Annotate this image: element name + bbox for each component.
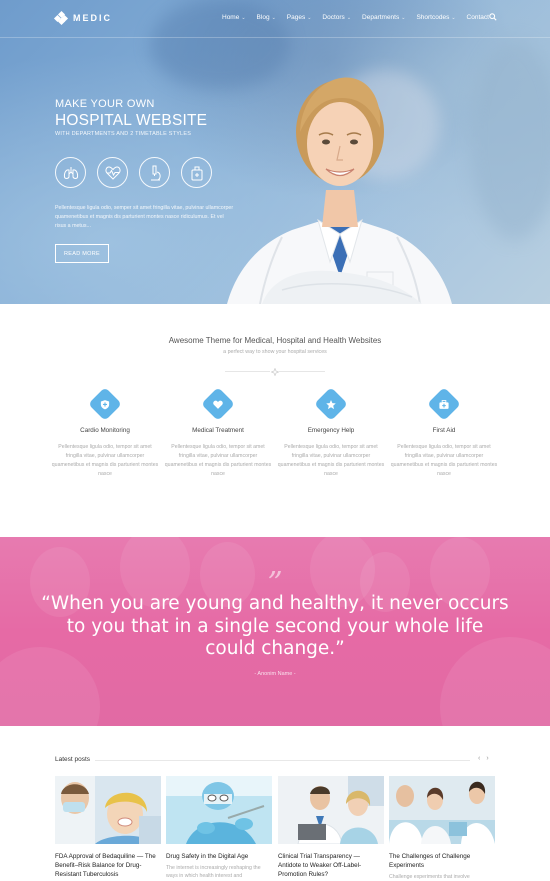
nav-doctors[interactable]: Doctors ⌄ bbox=[322, 14, 351, 21]
posts-divider bbox=[95, 760, 470, 761]
doctor-photo bbox=[227, 77, 452, 304]
post-title[interactable]: Drug Safety in the Digital Age bbox=[166, 852, 272, 861]
logo[interactable]: MEDIC bbox=[53, 10, 112, 26]
star-icon bbox=[314, 387, 348, 421]
service-treatment[interactable]: Medical Treatment Pellentesque ligula od… bbox=[163, 387, 273, 479]
post-title[interactable]: Clinical Trial Transparency — Antidote t… bbox=[278, 852, 384, 879]
services-subtitle: a perfect way to show your hospital serv… bbox=[223, 349, 327, 355]
hero-line-3: WITH DEPARTMENTS AND 2 TIMETABLE STYLES bbox=[55, 131, 192, 137]
service-title: Cardio Monitoring bbox=[80, 427, 130, 434]
shield-icon bbox=[88, 387, 122, 421]
hero-banner: MEDIC Home ⌄ Blog ⌄ Pages ⌄ Doctors ⌄ Depart… bbox=[0, 0, 550, 304]
chevron-down-icon: ⌄ bbox=[307, 14, 312, 21]
medicine-bag-icon[interactable] bbox=[181, 157, 212, 188]
nav-label: Departments bbox=[362, 14, 400, 21]
first-aid-icon bbox=[427, 387, 461, 421]
service-title: First Aid bbox=[432, 427, 456, 434]
service-description: Pellentesque ligula odio, tempor sit ame… bbox=[390, 444, 498, 477]
search-icon[interactable] bbox=[489, 13, 497, 21]
nav-label: Shortcodes bbox=[416, 14, 450, 21]
post-title[interactable]: FDA Approval of Bedaquiline — The Benefi… bbox=[55, 852, 161, 879]
latest-posts-heading: Latest posts bbox=[55, 756, 91, 763]
main-menu: Home ⌄ Blog ⌄ Pages ⌄ Doctors ⌄ Departments ⌄… bbox=[222, 14, 489, 21]
hero-line-2: HOSPITAL WEBSITE bbox=[55, 112, 208, 129]
chevron-right-icon[interactable]: › bbox=[486, 755, 488, 762]
chevron-down-icon: ⌄ bbox=[401, 14, 406, 21]
brand-name: MEDIC bbox=[73, 13, 112, 23]
post-card[interactable]: Drug Safety in the Digital Age The inter… bbox=[166, 776, 272, 880]
nav-shortcodes[interactable]: Shortcodes ⌄ bbox=[416, 14, 455, 21]
nav-label: Blog bbox=[256, 14, 270, 21]
post-card[interactable]: FDA Approval of Bedaquiline — The Benefi… bbox=[55, 776, 161, 881]
nav-departments[interactable]: Departments ⌄ bbox=[362, 14, 405, 21]
hero-icon-row bbox=[55, 157, 212, 188]
cross-logo-icon bbox=[53, 10, 69, 26]
chevron-down-icon: ⌄ bbox=[346, 14, 352, 21]
hero-paragraph: Pellentesque ligula odio, semper sit ame… bbox=[55, 205, 234, 229]
services-title: Awesome Theme for Medical, Hospital and … bbox=[168, 336, 382, 345]
nav-label: Pages bbox=[286, 14, 306, 21]
post-excerpt: Challenge experiments that involve bbox=[389, 874, 470, 880]
service-emergency[interactable]: Emergency Help Pellentesque ligula odio,… bbox=[276, 387, 386, 479]
post-image-dentist[interactable] bbox=[55, 776, 161, 844]
top-navigation: MEDIC Home ⌄ Blog ⌄ Pages ⌄ Doctors ⌄ Depart… bbox=[0, 0, 550, 38]
post-image-team[interactable] bbox=[389, 776, 495, 844]
nav-home[interactable]: Home ⌄ bbox=[222, 14, 246, 21]
hero-line-1: MAKE YOUR OWN bbox=[55, 98, 155, 110]
service-first-aid[interactable]: First Aid Pellentesque ligula odio, temp… bbox=[389, 387, 499, 479]
lungs-icon[interactable] bbox=[55, 157, 86, 188]
service-title: Medical Treatment bbox=[192, 427, 244, 434]
chevron-left-icon[interactable]: ‹ bbox=[478, 755, 480, 762]
divider-cross-icon bbox=[270, 367, 279, 376]
nav-pages[interactable]: Pages ⌄ bbox=[287, 14, 312, 21]
service-cardio[interactable]: Cardio Monitoring Pellentesque ligula od… bbox=[50, 387, 160, 479]
chevron-down-icon: ⌄ bbox=[271, 14, 276, 21]
service-description: Pellentesque ligula odio, tempor sit ame… bbox=[51, 444, 159, 477]
nav-label: Contact bbox=[466, 14, 489, 21]
microscope-icon[interactable] bbox=[139, 157, 170, 188]
nav-label: Home bbox=[222, 14, 240, 21]
heart-pulse-icon[interactable] bbox=[97, 157, 128, 188]
quote-author: - Anonim Name - bbox=[254, 671, 296, 677]
service-description: Pellentesque ligula odio, tempor sit ame… bbox=[277, 444, 385, 477]
background-blur bbox=[470, 40, 550, 240]
nav-contact[interactable]: Contact bbox=[467, 14, 489, 21]
service-title: Emergency Help bbox=[307, 427, 355, 434]
post-card[interactable]: Clinical Trial Transparency — Antidote t… bbox=[278, 776, 384, 881]
hero-heading: MAKE YOUR OWN HOSPITAL WEBSITE WITH DEPA… bbox=[55, 98, 207, 137]
posts-carousel-controls: ‹ › bbox=[478, 755, 489, 762]
chevron-down-icon: ⌄ bbox=[241, 14, 246, 21]
post-title[interactable]: The Challenges of Challenge Experiments bbox=[389, 852, 495, 870]
read-more-button[interactable]: READ MORE bbox=[55, 244, 109, 263]
heart-icon bbox=[201, 387, 235, 421]
service-description: Pellentesque ligula odio, tempor sit ame… bbox=[164, 444, 272, 477]
post-excerpt: The internet is increasingly reshaping t… bbox=[166, 865, 261, 879]
nav-label: Doctors bbox=[322, 14, 345, 21]
quote-text: “When you are young and healthy, it neve… bbox=[41, 593, 509, 659]
chevron-down-icon: ⌄ bbox=[451, 14, 456, 21]
nav-blog[interactable]: Blog ⌄ bbox=[257, 14, 276, 21]
post-card[interactable]: The Challenges of Challenge Experiments … bbox=[389, 776, 495, 881]
post-image-surgery[interactable] bbox=[166, 776, 272, 844]
post-image-consultation[interactable] bbox=[278, 776, 384, 844]
